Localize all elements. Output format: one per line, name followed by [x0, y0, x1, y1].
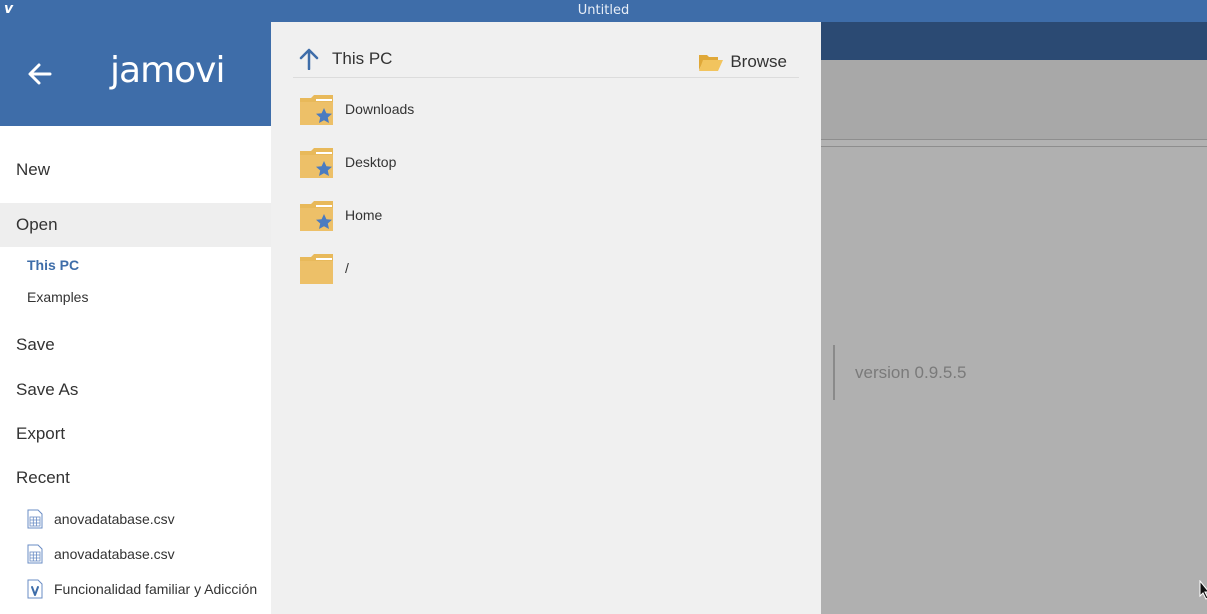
file-browser-panel: This PC Browse Downloads Desktop Home /: [271, 22, 821, 614]
backstage-sidebar: jamovi New Open This PC Examples Save Sa…: [0, 22, 271, 614]
folder-row-downloads[interactable]: Downloads: [299, 89, 799, 129]
version-divider: [833, 345, 835, 400]
folder-label: Home: [345, 207, 383, 223]
recent-file[interactable]: anovadatabase.csv: [26, 541, 266, 567]
up-arrow-icon[interactable]: [299, 48, 319, 70]
csv-file-icon: [27, 509, 43, 529]
panel-title: This PC: [332, 49, 393, 68]
recent-file[interactable]: anovadatabase.csv: [26, 506, 266, 532]
folder-icon: [300, 254, 333, 284]
browse-button[interactable]: Browse: [698, 50, 787, 74]
mouse-cursor-icon: [1199, 580, 1207, 600]
folder-label: Desktop: [345, 154, 397, 170]
title-bar: v Untitled: [0, 0, 1207, 22]
menu-recent: Recent: [16, 468, 70, 487]
folder-label: /: [345, 260, 349, 276]
recent-file-label: Funcionalidad familiar y Adicción: [54, 581, 258, 597]
jamovi-file-icon: [27, 579, 43, 599]
menu-open[interactable]: Open: [0, 203, 271, 247]
open-this-pc[interactable]: This PC: [0, 251, 271, 279]
csv-file-icon: [27, 544, 43, 564]
recent-file-label: anovadatabase.csv: [54, 546, 175, 562]
background-ribbon: [821, 22, 1207, 60]
open-examples[interactable]: Examples: [0, 283, 271, 311]
jamovi-logo: jamovi: [110, 50, 225, 91]
starred-folder-icon: [300, 148, 333, 178]
folder-row-root[interactable]: /: [299, 248, 799, 288]
recent-file[interactable]: Funcionalidad familiar y Adicción: [26, 576, 266, 602]
folder-row-desktop[interactable]: Desktop: [299, 142, 799, 182]
recent-file-label: anovadatabase.csv: [54, 511, 175, 527]
menu-new[interactable]: New: [0, 148, 271, 192]
background-divider: [821, 139, 1207, 147]
menu-save-as[interactable]: Save As: [0, 368, 271, 412]
sidebar-header: jamovi: [0, 22, 271, 126]
panel-header: This PC Browse: [293, 42, 799, 78]
background-toolbar: [821, 60, 1207, 140]
menu-save[interactable]: Save: [0, 323, 271, 367]
starred-folder-icon: [300, 201, 333, 231]
back-arrow-icon[interactable]: [24, 58, 56, 90]
folder-label: Downloads: [345, 101, 415, 117]
open-folder-icon: [699, 55, 724, 71]
starred-folder-icon: [300, 95, 333, 125]
version-label: version 0.9.5.5: [855, 363, 967, 382]
folder-row-home[interactable]: Home: [299, 195, 799, 235]
window-title: Untitled: [577, 3, 630, 18]
menu-export[interactable]: Export: [0, 412, 271, 456]
browse-label: Browse: [730, 52, 787, 71]
